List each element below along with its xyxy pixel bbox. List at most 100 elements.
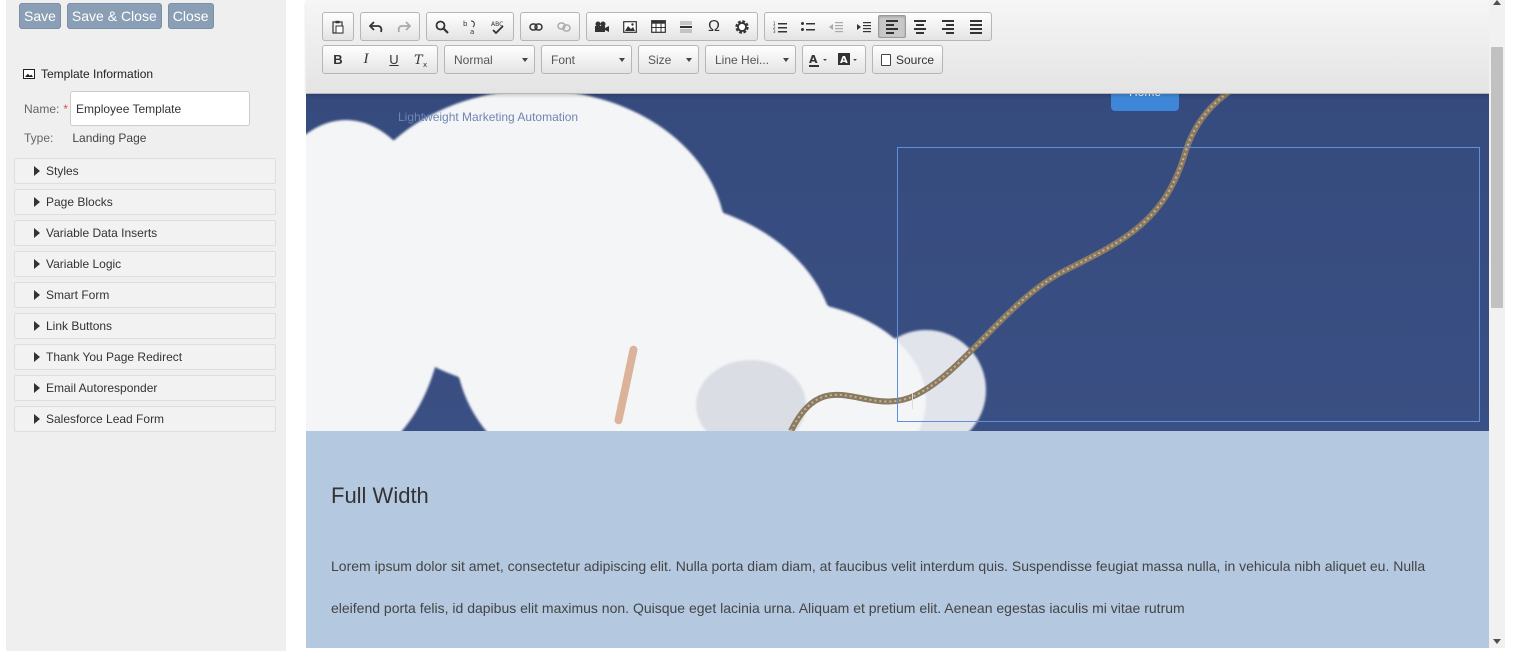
svg-text:a: a: [470, 28, 474, 35]
line-height-dropdown[interactable]: Line Hei...: [705, 45, 796, 74]
align-center-icon[interactable]: [906, 15, 934, 38]
size-value: Size: [648, 52, 672, 67]
italic-button[interactable]: I: [352, 48, 380, 71]
logo-tagline: Lightweight Marketing Automation: [398, 110, 579, 124]
bulleted-list-icon[interactable]: [794, 15, 822, 38]
name-row: Name: *: [24, 91, 251, 126]
paste-icon[interactable]: [324, 15, 352, 38]
font-dropdown[interactable]: Font: [541, 45, 632, 74]
toolbar-group-links: [520, 12, 580, 41]
full-width-block[interactable]: Full Width Lorem ipsum dolor sit amet, c…: [306, 431, 1489, 648]
underline-button[interactable]: U: [380, 48, 408, 71]
template-sidebar: Save Save & Close Close Template Informa…: [6, 0, 286, 651]
toolbar-group-clipboard: [322, 12, 354, 41]
video-icon[interactable]: [588, 15, 616, 38]
save-and-close-button[interactable]: Save & Close: [66, 3, 162, 29]
caret-right-icon: [34, 321, 40, 331]
svg-text:b: b: [463, 20, 468, 28]
editor-canvas[interactable]: ​ Lightweight Marketing Automation Home …: [306, 0, 1489, 648]
text-color-button[interactable]: A: [804, 48, 834, 71]
align-right-icon[interactable]: [934, 15, 962, 38]
chevron-down-icon: [783, 57, 789, 62]
image-icon: [23, 69, 35, 79]
section-label: Page Blocks: [46, 195, 113, 209]
template-information-title: Template Information: [41, 67, 154, 81]
numbered-list-icon[interactable]: 123: [766, 15, 794, 38]
editor-scrollbar[interactable]: [1489, 0, 1505, 648]
replace-icon[interactable]: ba: [456, 15, 484, 38]
caret-right-icon: [34, 166, 40, 176]
block-heading[interactable]: Full Width: [331, 483, 429, 509]
toolbar-group-insert: Ω: [586, 12, 758, 41]
bold-label: B: [333, 52, 343, 67]
align-justify-icon[interactable]: [962, 15, 990, 38]
toolbar-row-1: ba ABC Ω 1 2 3: [322, 12, 992, 41]
source-label: Source: [896, 52, 935, 67]
caret-right-icon: [34, 259, 40, 269]
section-label: Variable Logic: [46, 257, 122, 271]
background-color-button[interactable]: A: [834, 48, 864, 71]
section-label: Styles: [46, 164, 79, 178]
close-button[interactable]: Close: [167, 3, 214, 29]
gear-icon[interactable]: [728, 15, 756, 38]
format-dropdown[interactable]: Normal: [444, 45, 535, 74]
section-variable-data-inserts[interactable]: Variable Data Inserts: [14, 220, 276, 246]
section-label: Variable Data Inserts: [46, 226, 158, 240]
template-name-input[interactable]: [70, 91, 251, 126]
remove-format-icon[interactable]: Tx: [408, 48, 436, 71]
section-label: Link Buttons: [46, 319, 113, 333]
section-variable-logic[interactable]: Variable Logic: [14, 251, 276, 277]
section-label: Thank You Page Redirect: [46, 350, 183, 364]
indent-icon[interactable]: [850, 15, 878, 38]
undo-icon[interactable]: [362, 15, 390, 38]
section-label: Salesforce Lead Form: [46, 412, 165, 426]
bold-button[interactable]: B: [324, 48, 352, 71]
section-smart-form[interactable]: Smart Form: [14, 282, 276, 308]
svg-text:x: x: [423, 61, 427, 67]
italic-label: I: [363, 51, 369, 67]
toolbar-group-history: [360, 12, 420, 41]
save-button[interactable]: Save: [19, 3, 61, 29]
outdent-icon[interactable]: [822, 15, 850, 38]
scroll-thumb[interactable]: [1491, 47, 1503, 308]
section-label: Smart Form: [46, 288, 110, 302]
link-icon[interactable]: [522, 15, 550, 38]
scroll-up-icon[interactable]: [1493, 0, 1501, 5]
table-icon[interactable]: [644, 15, 672, 38]
caret-right-icon: [34, 383, 40, 393]
scroll-down-icon[interactable]: [1493, 639, 1501, 644]
required-asterisk: *: [63, 101, 69, 116]
source-document-icon: [881, 53, 891, 66]
chevron-down-icon: [619, 57, 625, 62]
block-body-text[interactable]: Lorem ipsum dolor sit amet, consectetur …: [331, 545, 1466, 629]
section-page-blocks[interactable]: Page Blocks: [14, 189, 276, 215]
toolbar-group-paragraph: 123: [764, 12, 992, 41]
type-value: Landing Page: [72, 131, 147, 145]
spellcheck-icon[interactable]: ABC: [484, 15, 512, 38]
align-left-icon[interactable]: [878, 15, 906, 38]
horizontal-rule-icon[interactable]: [672, 15, 700, 38]
section-link-buttons[interactable]: Link Buttons: [14, 313, 276, 339]
chevron-down-icon: [686, 57, 692, 62]
type-label: Type:: [24, 131, 54, 145]
caret-right-icon: [34, 352, 40, 362]
redo-icon[interactable]: [390, 15, 418, 38]
section-salesforce-lead-form[interactable]: Salesforce Lead Form: [14, 406, 276, 432]
size-dropdown[interactable]: Size: [638, 45, 699, 74]
svg-text:3: 3: [773, 29, 776, 33]
image-insert-icon[interactable]: [616, 15, 644, 38]
unlink-icon[interactable]: [550, 15, 578, 38]
caret-right-icon: [34, 290, 40, 300]
section-email-autoresponder[interactable]: Email Autoresponder: [14, 375, 276, 401]
section-thank-you-page-redirect[interactable]: Thank You Page Redirect: [14, 344, 276, 370]
find-icon[interactable]: [428, 15, 456, 38]
section-styles[interactable]: Styles: [14, 158, 276, 184]
selected-text-block[interactable]: [897, 147, 1480, 422]
font-value: Font: [551, 52, 576, 67]
special-character-icon[interactable]: Ω: [700, 15, 728, 38]
toolbar-row-2: B I U Tx Normal Font Size Line Hei... A …: [322, 45, 944, 74]
svg-text:A: A: [840, 55, 848, 66]
section-label: Email Autoresponder: [46, 381, 158, 395]
template-information-header: Template Information: [23, 67, 153, 81]
source-button[interactable]: Source: [872, 45, 944, 74]
